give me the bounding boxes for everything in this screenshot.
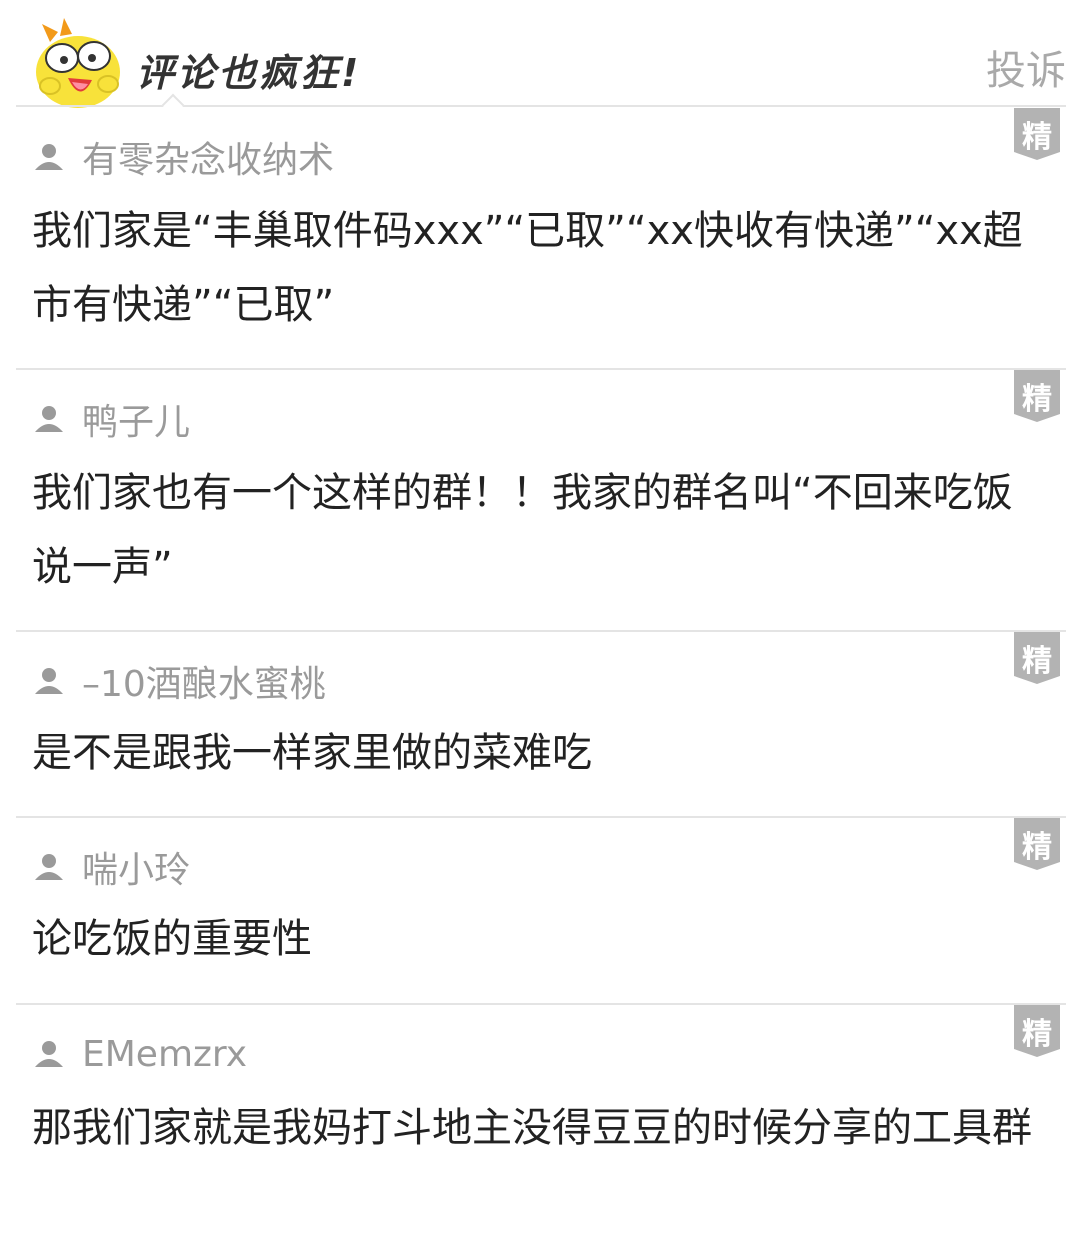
mascot-icon xyxy=(36,18,120,108)
user-icon xyxy=(35,1041,63,1067)
comment-author[interactable]: –10酒酿水蜜桃 xyxy=(34,658,326,705)
report-button[interactable]: 投诉 xyxy=(986,38,1066,96)
username: EMemzrx xyxy=(82,1033,248,1075)
username: 喘小玲 xyxy=(82,850,191,891)
comment-item: 精 鸭子儿 我们家也有一个这样的群！！我家的群名叫“不回来吃饭说一声” xyxy=(16,370,1066,632)
comment-header: 评论也疯狂! 投诉 xyxy=(0,0,1080,117)
comment-author[interactable]: EMemzrx xyxy=(34,1031,247,1077)
user-icon xyxy=(35,854,63,880)
user-icon xyxy=(35,668,63,694)
comment-item: 精 EMemzrx 那我们家就是我妈打斗地主没得豆豆的时候分享的工具群 xyxy=(16,1005,1066,1245)
header-title: 评论也疯狂! xyxy=(136,51,362,95)
comment-text: 论吃饭的重要性 xyxy=(32,916,312,962)
comment-item: 精 喘小玲 论吃饭的重要性 xyxy=(16,818,1066,1005)
comment-text: 我们家是“丰巢取件码xxx”“已取”“xx快收有快递”“xx超市有快递”“已取” xyxy=(32,208,1023,328)
username: 有零杂念收纳术 xyxy=(82,140,335,181)
username: –10酒酿水蜜桃 xyxy=(82,664,326,705)
featured-badge-label: 精 xyxy=(1022,120,1052,155)
comment-text: 那我们家就是我妈打斗地主没得豆豆的时候分享的工具群 xyxy=(32,1105,1032,1151)
comment-author[interactable]: 鸭子儿 xyxy=(34,396,191,443)
user-icon xyxy=(35,406,63,432)
featured-badge-label: 精 xyxy=(1022,382,1052,417)
comment-author[interactable]: 有零杂念收纳术 xyxy=(34,134,335,181)
comment-text: 我们家也有一个这样的群！！我家的群名叫“不回来吃饭说一声” xyxy=(32,470,1013,590)
featured-badge-label: 精 xyxy=(1022,644,1052,679)
comment-text: 是不是跟我一样家里做的菜难吃 xyxy=(32,730,592,776)
comment-item: 精 –10酒酿水蜜桃 是不是跟我一样家里做的菜难吃 xyxy=(16,632,1066,818)
featured-badge-label: 精 xyxy=(1022,830,1052,865)
comment-author[interactable]: 喘小玲 xyxy=(34,844,191,891)
comment-item: 精 有零杂念收纳术 我们家是“丰巢取件码xxx”“已取”“xx快收有快递”“xx… xyxy=(16,108,1066,370)
username: 鸭子儿 xyxy=(82,402,191,443)
featured-badge-label: 精 xyxy=(1022,1017,1052,1052)
user-icon xyxy=(35,144,63,170)
